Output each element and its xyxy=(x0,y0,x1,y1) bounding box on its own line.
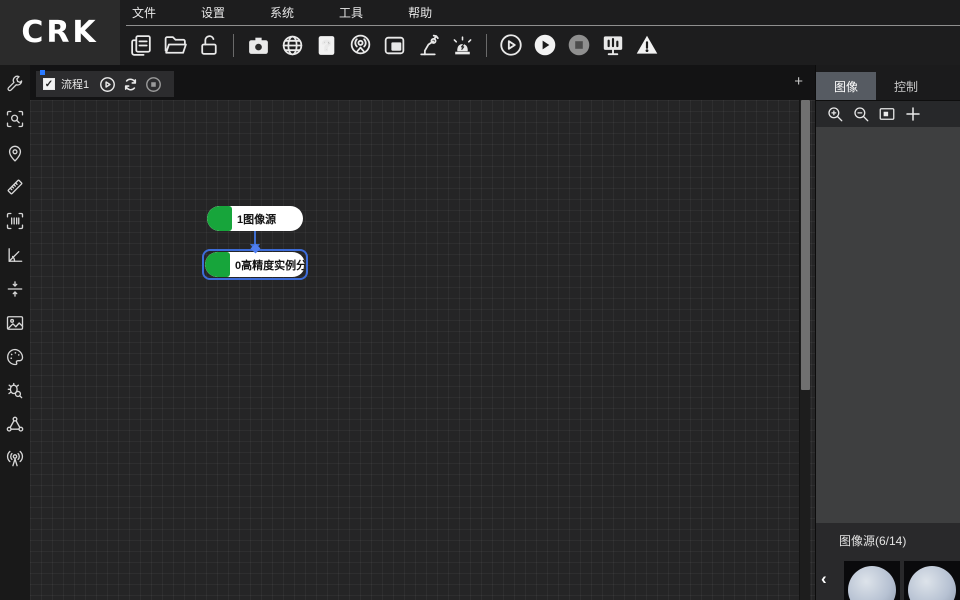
toolbar: ? AI xyxy=(128,28,660,62)
fit-view-icon[interactable] xyxy=(878,105,896,123)
color-palette-icon[interactable] xyxy=(5,347,25,367)
menu-separator xyxy=(126,25,960,26)
stop-flow-icon[interactable] xyxy=(145,76,162,93)
globe-icon[interactable] xyxy=(279,32,305,58)
sphere-image xyxy=(848,566,896,600)
viewer-toolbar xyxy=(816,100,960,127)
header: CRK 文件 设置 系统 工具 帮助 ? AI xyxy=(0,0,960,65)
code-read-frame-icon[interactable] xyxy=(5,211,25,231)
robot-arm-icon[interactable] xyxy=(415,32,441,58)
scrollbar-thumb[interactable] xyxy=(801,100,810,390)
svg-text:AI: AI xyxy=(392,43,399,50)
open-folder-icon[interactable] xyxy=(162,32,188,58)
tab-image[interactable]: 图像 xyxy=(816,72,876,100)
right-panel: 图像 控制 图像源(6/14) ‹ xyxy=(815,65,960,600)
node-label: 1图像源 xyxy=(237,211,276,227)
flow-tab-label: 流程1 xyxy=(61,76,89,92)
add-view-icon[interactable] xyxy=(904,105,922,123)
communication-antenna-icon[interactable] xyxy=(5,449,25,469)
unlock-icon[interactable] xyxy=(196,32,222,58)
measure-ruler-icon[interactable] xyxy=(5,177,25,197)
image-process-icon[interactable] xyxy=(5,313,25,333)
node-image-source[interactable]: 1图像源 xyxy=(207,206,303,231)
warning-icon[interactable] xyxy=(634,32,660,58)
alarm-light-icon[interactable] xyxy=(449,32,475,58)
thumbnail-sphere-1[interactable] xyxy=(844,561,900,600)
tool-sidebar xyxy=(0,65,30,600)
node-instance-segmentation[interactable]: 0高精度实例分割 xyxy=(205,252,305,277)
node-selection-frame[interactable]: 0高精度实例分割 xyxy=(202,249,308,280)
image-source-section: 图像源(6/14) ‹ xyxy=(816,523,960,600)
run-flow-icon[interactable] xyxy=(99,76,116,93)
node-status-cap xyxy=(207,206,232,231)
image-display-area[interactable] xyxy=(816,127,960,523)
copy-document-icon[interactable] xyxy=(128,32,154,58)
locate-pin-icon[interactable] xyxy=(5,143,25,163)
node-status-cap xyxy=(205,252,230,277)
flow-canvas[interactable]: 1图像源 0高精度实例分割 xyxy=(30,100,815,600)
run-filled-icon[interactable] xyxy=(532,32,558,58)
toolbar-divider xyxy=(233,34,234,57)
menu-system[interactable]: 系统 xyxy=(264,4,300,21)
loop-flow-icon[interactable] xyxy=(122,76,139,93)
camera-icon[interactable] xyxy=(245,32,271,58)
stop-disabled-icon[interactable] xyxy=(566,32,592,58)
add-flow-button[interactable]: + xyxy=(794,74,803,89)
sphere-image xyxy=(908,566,956,600)
flow-tab[interactable]: ✓ 流程1 xyxy=(36,71,174,97)
monitor-chart-icon[interactable] xyxy=(600,32,626,58)
menu-bar: 文件 设置 系统 工具 帮助 xyxy=(126,0,438,25)
menu-file[interactable]: 文件 xyxy=(126,4,162,21)
svg-text:?: ? xyxy=(322,38,331,54)
menu-settings[interactable]: 设置 xyxy=(195,4,231,21)
help-box-icon[interactable]: ? xyxy=(313,32,339,58)
region-search-icon[interactable] xyxy=(5,109,25,129)
zoom-out-icon[interactable] xyxy=(852,105,870,123)
thumbnail-prev-arrow[interactable]: ‹ xyxy=(821,569,827,589)
canvas-vertical-scrollbar[interactable] xyxy=(799,100,810,600)
beacon-positioning-icon[interactable] xyxy=(347,32,373,58)
thumbnail-sphere-2[interactable] xyxy=(904,561,960,600)
menu-help[interactable]: 帮助 xyxy=(402,4,438,21)
image-source-count-label: 图像源(6/14) xyxy=(839,532,906,549)
flow-tab-indicator xyxy=(40,70,45,75)
align-compress-icon[interactable] xyxy=(5,279,25,299)
tools-wrench-icon[interactable] xyxy=(5,75,25,95)
run-once-outline-icon[interactable] xyxy=(498,32,524,58)
menu-tools[interactable]: 工具 xyxy=(333,4,369,21)
link-nodes-icon[interactable] xyxy=(5,415,25,435)
tab-control[interactable]: 控制 xyxy=(876,72,936,100)
defect-search-icon[interactable] xyxy=(5,381,25,401)
app-logo: CRK xyxy=(0,0,120,65)
angle-measure-icon[interactable] xyxy=(5,245,25,265)
node-label: 0高精度实例分割 xyxy=(235,257,305,273)
zoom-in-icon[interactable] xyxy=(826,105,844,123)
ai-model-icon[interactable]: AI xyxy=(381,32,407,58)
toolbar-divider xyxy=(486,34,487,57)
flow-tab-strip: ✓ 流程1 + xyxy=(30,65,815,100)
flow-checkbox[interactable]: ✓ xyxy=(43,78,55,90)
